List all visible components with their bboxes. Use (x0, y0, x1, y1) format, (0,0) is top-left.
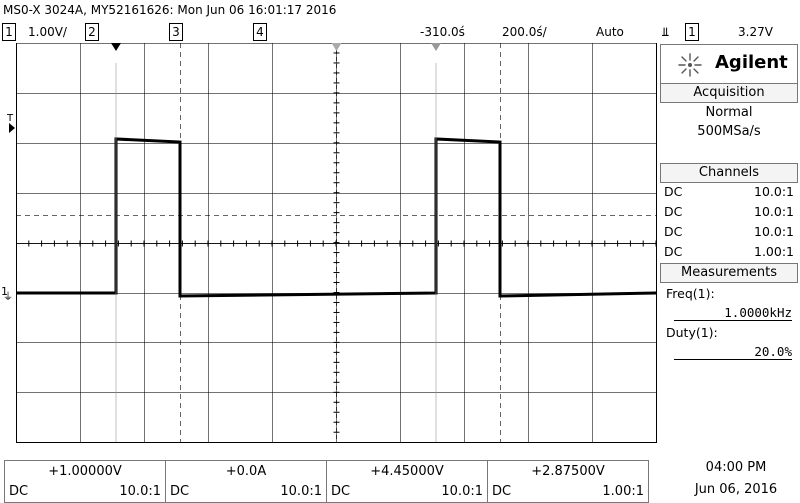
channel-1-scale: 1.00V/ (28, 25, 67, 39)
channel-2-softkey[interactable]: +0.0A DC 10.0:1 (165, 460, 327, 503)
channel-1-button[interactable]: 1 (2, 23, 16, 41)
waveform-display[interactable] (16, 43, 657, 443)
trigger-source-button[interactable]: 1 (685, 23, 699, 41)
channel-4-button[interactable]: 4 (253, 23, 267, 41)
channel-4-softkey[interactable]: +2.87500V DC 1.00:1 (487, 460, 649, 503)
window-title: MS0-X 3024A, MY52161626: Mon Jun 06 16:0… (3, 3, 337, 17)
channel-1-softkey[interactable]: +1.00000V DC 10.0:1 (4, 460, 166, 503)
channel-2-button[interactable]: 2 (85, 23, 99, 41)
duty-value: 20.0% (674, 344, 792, 360)
time-delay: -310.0ś (420, 25, 465, 39)
channel-row: DC 10.0:1 (664, 204, 794, 219)
duty-label: Duty(1): (666, 325, 718, 340)
clock-time: 04:00 PM (705, 460, 767, 475)
trigger-level: 3.27V (738, 25, 773, 39)
channel-row: DC 10.0:1 (664, 184, 794, 199)
channel-row: DC 1.00:1 (664, 244, 794, 259)
channel-row: DC 10.0:1 (664, 224, 794, 239)
trigger-position-icon (111, 43, 121, 51)
trigger-edge-icon: ⫫ (662, 25, 669, 39)
freq-label: Freq(1): (666, 286, 715, 301)
ground-icon: ⏚ (3, 292, 13, 303)
brand-block: Agilent (660, 44, 798, 84)
time-scale: 200.0ś/ (502, 25, 547, 39)
trigger-position-icon (431, 43, 441, 51)
channels-header[interactable]: Channels (660, 163, 798, 183)
center-marker-icon (331, 43, 342, 51)
clock-date: Jun 06, 2016 (694, 482, 778, 497)
channel-3-softkey[interactable]: +4.45000V DC 10.0:1 (326, 460, 488, 503)
sample-rate: 500MSa/s (697, 124, 761, 139)
status-bar: 1 1.00V/ 2 3 4 -310.0ś 200.0ś/ Auto ⫫ 1 … (0, 22, 800, 42)
trigger-arrow-icon (9, 123, 15, 133)
right-panel: Agilent Acquisition Normal 500MSa/s Chan… (660, 43, 798, 441)
brand-name: Agilent (715, 52, 788, 73)
freq-value: 1.0000kHz (674, 305, 792, 321)
channel-3-button[interactable]: 3 (169, 23, 183, 41)
graticule (16, 43, 656, 442)
trigger-mode: Auto (596, 25, 624, 39)
acquisition-mode: Normal (705, 105, 753, 120)
agilent-logo-icon (678, 53, 702, 77)
measurements-header[interactable]: Measurements (660, 263, 798, 283)
acquisition-header[interactable]: Acquisition (660, 83, 798, 103)
